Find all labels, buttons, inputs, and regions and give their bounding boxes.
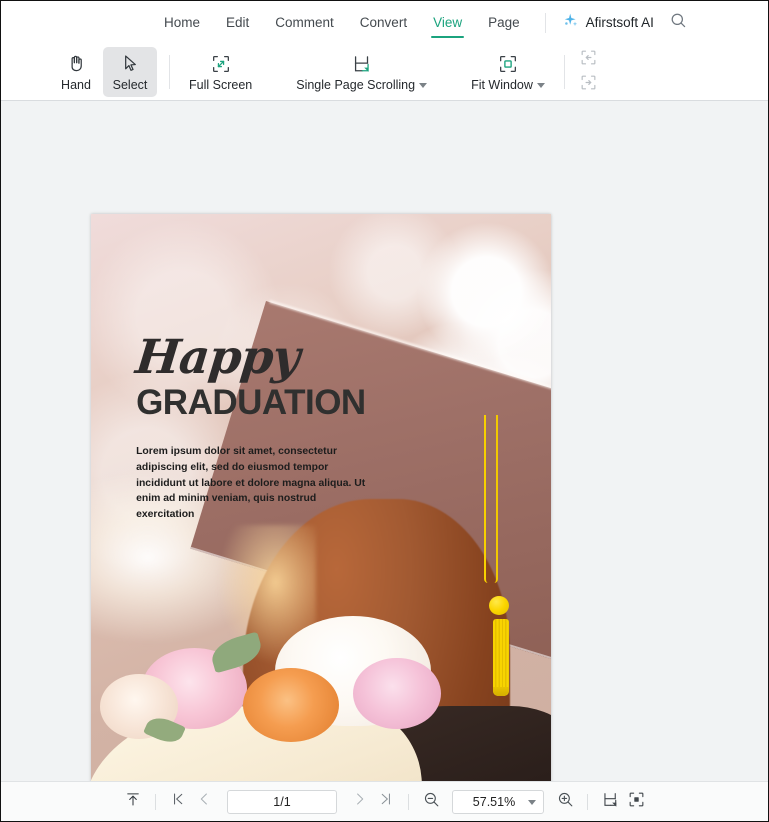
hand-icon [66,53,87,75]
page-scrolling-button[interactable]: Single Page Scrolling [289,47,434,97]
page-layout-button[interactable] [597,789,623,815]
tassel-tip [492,687,509,697]
page-scroll-icon [601,790,620,814]
next-page-button[interactable] [347,789,373,815]
poster-artwork: Happy GRADUATION Lorem ipsum dolor sit a… [91,214,551,781]
cursor-arrow-icon [120,53,141,75]
zoom-level-value: 57.51% [472,794,516,809]
scroll-to-top-button[interactable] [120,789,146,815]
poster-script-title: Happy [133,329,302,385]
last-page-icon [377,790,395,813]
expand-arrows-icon [210,53,232,75]
fit-window-icon [497,53,519,75]
poster-heading-group: Happy GRADUATION [133,329,467,422]
page-number-input[interactable]: 1/1 [227,789,337,814]
poster-body-text: Lorem ipsum dolor sit amet, consectetur … [136,446,366,521]
page-scrolling-text: Single Page Scrolling [296,77,416,92]
menu-divider [544,12,546,33]
pdf-reader-window: Home Edit Comment Convert View Page Afir… [0,0,769,822]
last-page-button[interactable] [373,789,399,815]
first-page-button[interactable] [165,789,191,815]
status-bar: 1/1 57.51% [1,781,768,821]
page-scroll-icon [351,53,373,75]
fit-window-button[interactable]: Fit Window [464,47,552,97]
afirstsoft-ai-button[interactable]: Afirstsoft AI [562,12,654,34]
document-viewport[interactable]: Happy GRADUATION Lorem ipsum dolor sit a… [1,101,768,781]
fit-window-text: Fit Window [471,77,533,92]
chevron-down-icon[interactable] [419,83,428,88]
menu-tab-comment[interactable]: Comment [262,1,347,44]
search-button[interactable] [668,12,690,34]
previous-view-icon [579,48,598,72]
menu-tab-list: Home Edit Comment Convert View Page Afir… [151,1,690,44]
zoom-out-icon [422,790,441,814]
orange-rose [242,667,340,743]
zoom-in-button[interactable] [552,789,578,815]
previous-page-button[interactable] [191,789,217,815]
fit-page-button[interactable] [623,789,649,815]
search-icon [670,12,687,34]
status-divider [587,793,588,810]
poster-main-title: GRADUATION [136,382,366,422]
afirstsoft-ai-label: Afirstsoft AI [585,15,654,30]
menu-tab-view[interactable]: View [420,1,475,44]
zoom-in-icon [556,790,575,814]
hand-tool-label: Hand [61,77,91,92]
previous-page-icon [195,790,213,813]
fit-window-icon [627,790,646,814]
menu-tab-home[interactable]: Home [151,1,213,44]
first-page-icon [169,790,187,813]
menu-tab-convert[interactable]: Convert [347,1,420,44]
previous-view-button[interactable] [577,50,601,70]
menu-tab-page[interactable]: Page [475,1,533,44]
next-view-icon [579,73,598,97]
chevron-down-icon[interactable] [528,800,536,805]
toolbar-divider [169,55,170,89]
select-tool-button[interactable]: Select [103,47,157,97]
status-divider [155,793,156,810]
menu-bar: Home Edit Comment Convert View Page Afir… [1,1,768,44]
scroll-to-top-icon [124,790,142,813]
hand-tool-button[interactable]: Hand [49,47,103,97]
menu-tab-edit[interactable]: Edit [213,1,262,44]
next-page-icon [351,790,369,813]
sparkle-icon [562,12,579,34]
full-screen-label: Full Screen [189,77,253,92]
tassel-strands [492,619,509,696]
status-divider [408,793,409,810]
toolbar-divider [563,55,565,89]
pink-rose-right [353,657,441,730]
tassel-cords [484,414,499,584]
full-screen-button[interactable]: Full Screen [182,47,259,97]
fit-window-label: Fit Window [471,78,545,92]
page-scrolling-label: Single Page Scrolling [296,77,428,92]
pdf-page-1[interactable]: Happy GRADUATION Lorem ipsum dolor sit a… [91,214,551,781]
view-navigation-group [577,50,601,95]
chevron-down-icon[interactable] [536,83,545,88]
view-toolbar: Hand Select Full Screen Single Page Scro… [1,44,768,101]
zoom-level-select[interactable]: 57.51% [452,789,544,814]
next-view-button[interactable] [577,75,601,95]
zoom-out-button[interactable] [418,789,444,815]
select-tool-label: Select [112,77,148,92]
